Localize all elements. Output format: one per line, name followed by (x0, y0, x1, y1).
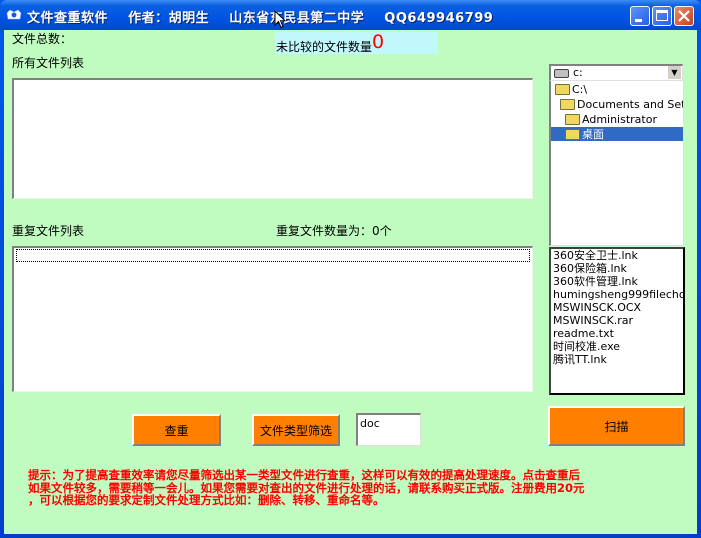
dir-item-desktop[interactable]: 桌面 (551, 127, 683, 141)
duplicate-count-label: 重复文件数量为：0个 (276, 224, 392, 238)
filter-type-button[interactable]: 文件类型筛选 (252, 414, 340, 446)
dir-item-administrator[interactable]: Administrator (565, 112, 657, 126)
file-list-item[interactable]: 360软件管理.lnk (551, 275, 683, 288)
drive-icon (554, 69, 569, 78)
minimize-button[interactable] (630, 6, 650, 26)
duplicate-list-label: 重复文件列表 (12, 224, 85, 238)
dir-item-label: Administrator (582, 112, 657, 126)
close-icon (678, 10, 690, 22)
file-listbox[interactable]: 360安全卫士.lnk 360保险箱.lnk 360软件管理.lnk humin… (549, 247, 685, 395)
dir-item-label: 桌面 (582, 128, 604, 141)
file-list-item[interactable]: MSWINSCK.OCX (551, 301, 683, 314)
folder-open-icon (565, 128, 580, 140)
directory-tree[interactable]: C:\ Documents and Settings Administrator… (549, 81, 684, 246)
dir-item-label: Documents and Settings (577, 97, 683, 111)
maximize-button[interactable] (652, 6, 672, 26)
close-button[interactable] (674, 6, 694, 26)
drive-select[interactable]: c: ▼ (549, 64, 683, 81)
app-icon (6, 9, 22, 20)
dir-item-root[interactable]: C:\ (555, 82, 587, 96)
all-files-list-label: 所有文件列表 (12, 56, 85, 70)
file-list-item[interactable]: 360保险箱.lnk (551, 262, 683, 275)
duplicate-files-listbox[interactable] (12, 246, 533, 392)
file-list-item[interactable]: 360安全卫士.lnk (551, 249, 683, 262)
drive-select-value: c: (573, 66, 583, 79)
minimize-icon (635, 19, 642, 22)
check-duplicates-button[interactable]: 查重 (132, 414, 221, 446)
folder-open-icon (565, 113, 580, 125)
uncompared-count: 0 (372, 31, 385, 53)
dir-item-label: C:\ (572, 82, 588, 96)
all-files-listbox[interactable] (12, 78, 533, 199)
file-list-item[interactable]: 时间校准.exe (551, 340, 683, 353)
file-list-item[interactable]: humingsheng999filechong.exe (551, 288, 683, 301)
window-title: 文件查重软件 作者：胡明生 山东省东民县第二中学 QQ649946799 (27, 11, 494, 26)
uncompared-label: 未比较的文件数量 (276, 40, 373, 54)
uncompared-count-panel: 未比较的文件数量 0 (275, 31, 438, 54)
mouse-cursor-icon (274, 10, 287, 29)
file-list-item[interactable]: readme.txt (551, 327, 683, 340)
folder-open-icon (555, 83, 570, 95)
title-bar[interactable]: 文件查重软件 作者：胡明生 山东省东民县第二中学 QQ649946799 (0, 0, 701, 30)
folder-open-icon (560, 98, 575, 110)
scan-button[interactable]: 扫描 (548, 406, 685, 446)
dir-item-documents[interactable]: Documents and Settings (560, 97, 683, 111)
maximize-icon (656, 10, 668, 21)
chevron-down-icon[interactable]: ▼ (667, 66, 681, 79)
client-area: 文件总数： 未比较的文件数量 0 所有文件列表 重复文件列表 重复文件数量为：0… (4, 30, 697, 534)
app-window: 文件查重软件 作者：胡明生 山东省东民县第二中学 QQ649946799 文件总… (0, 0, 701, 538)
total-files-label: 文件总数： (12, 32, 73, 46)
focus-rectangle (16, 249, 530, 262)
file-list-item[interactable]: 腾讯TT.lnk (551, 353, 683, 366)
file-list-item[interactable]: MSWINSCK.rar (551, 314, 683, 327)
file-type-input[interactable]: doc (356, 413, 421, 446)
hint-text: 提示：为了提高查重效率请您尽量筛选出某一类型文件进行查重，这样可以有效的提高处理… (28, 468, 585, 507)
